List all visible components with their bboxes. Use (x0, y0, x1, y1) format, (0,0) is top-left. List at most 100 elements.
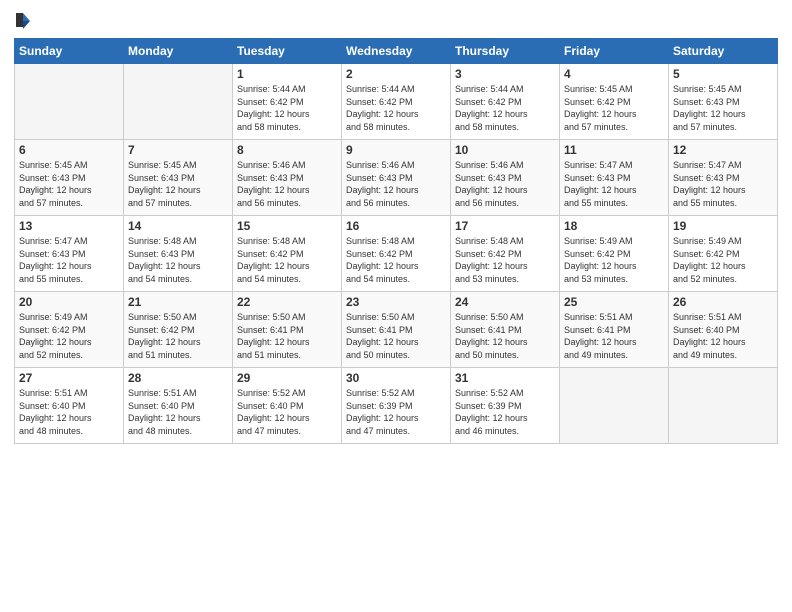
week-row-3: 13 Sunrise: 5:47 AM Sunset: 6:43 PM Dayli… (15, 216, 778, 292)
day-info: Sunrise: 5:52 AM Sunset: 6:39 PM Dayligh… (455, 387, 555, 437)
day-info: Sunrise: 5:46 AM Sunset: 6:43 PM Dayligh… (346, 159, 446, 209)
calendar-cell: 29 Sunrise: 5:52 AM Sunset: 6:40 PM Dayli… (233, 368, 342, 444)
day-info: Sunrise: 5:50 AM Sunset: 6:41 PM Dayligh… (455, 311, 555, 361)
day-number: 24 (455, 295, 555, 309)
logo (14, 10, 34, 30)
day-info: Sunrise: 5:45 AM Sunset: 6:42 PM Dayligh… (564, 83, 664, 133)
day-info: Sunrise: 5:46 AM Sunset: 6:43 PM Dayligh… (455, 159, 555, 209)
calendar-cell: 31 Sunrise: 5:52 AM Sunset: 6:39 PM Dayli… (451, 368, 560, 444)
day-number: 1 (237, 67, 337, 81)
day-number: 7 (128, 143, 228, 157)
calendar-cell: 13 Sunrise: 5:47 AM Sunset: 6:43 PM Dayli… (15, 216, 124, 292)
day-info: Sunrise: 5:51 AM Sunset: 6:40 PM Dayligh… (128, 387, 228, 437)
weekday-header-row: SundayMondayTuesdayWednesdayThursdayFrid… (15, 39, 778, 64)
week-row-2: 6 Sunrise: 5:45 AM Sunset: 6:43 PM Daylig… (15, 140, 778, 216)
calendar-cell: 11 Sunrise: 5:47 AM Sunset: 6:43 PM Dayli… (560, 140, 669, 216)
day-number: 26 (673, 295, 773, 309)
weekday-header-monday: Monday (124, 39, 233, 64)
day-number: 11 (564, 143, 664, 157)
day-info: Sunrise: 5:45 AM Sunset: 6:43 PM Dayligh… (128, 159, 228, 209)
calendar-cell: 30Sunrise: 5:52 AM Sunset: 6:39 PM Dayli… (342, 368, 451, 444)
day-number: 18 (564, 219, 664, 233)
calendar-cell: 7 Sunrise: 5:45 AM Sunset: 6:43 PM Daylig… (124, 140, 233, 216)
day-info: Sunrise: 5:52 AM Sunset: 6:40 PM Dayligh… (237, 387, 337, 437)
day-number: 20 (19, 295, 119, 309)
calendar-cell: 27 Sunrise: 5:51 AM Sunset: 6:40 PM Dayli… (15, 368, 124, 444)
day-number: 3 (455, 67, 555, 81)
calendar-cell (15, 64, 124, 140)
day-info: Sunrise: 5:48 AM Sunset: 6:42 PM Dayligh… (346, 235, 446, 285)
calendar-cell: 12Sunrise: 5:47 AM Sunset: 6:43 PM Dayli… (669, 140, 778, 216)
day-number: 30 (346, 371, 446, 385)
day-info: Sunrise: 5:49 AM Sunset: 6:42 PM Dayligh… (19, 311, 119, 361)
day-number: 6 (19, 143, 119, 157)
day-number: 14 (128, 219, 228, 233)
day-info: Sunrise: 5:44 AM Sunset: 6:42 PM Dayligh… (455, 83, 555, 133)
day-info: Sunrise: 5:45 AM Sunset: 6:43 PM Dayligh… (19, 159, 119, 209)
day-number: 13 (19, 219, 119, 233)
calendar-cell: 2 Sunrise: 5:44 AM Sunset: 6:42 PM Daylig… (342, 64, 451, 140)
weekday-header-saturday: Saturday (669, 39, 778, 64)
calendar-cell: 18 Sunrise: 5:49 AM Sunset: 6:42 PM Dayli… (560, 216, 669, 292)
day-info: Sunrise: 5:50 AM Sunset: 6:41 PM Dayligh… (237, 311, 337, 361)
calendar-cell: 17 Sunrise: 5:48 AM Sunset: 6:42 PM Dayli… (451, 216, 560, 292)
day-info: Sunrise: 5:44 AM Sunset: 6:42 PM Dayligh… (346, 83, 446, 133)
calendar-cell: 10 Sunrise: 5:46 AM Sunset: 6:43 PM Dayli… (451, 140, 560, 216)
day-info: Sunrise: 5:45 AM Sunset: 6:43 PM Dayligh… (673, 83, 773, 133)
calendar-cell: 1Sunrise: 5:44 AM Sunset: 6:42 PM Daylig… (233, 64, 342, 140)
calendar-cell: 4 Sunrise: 5:45 AM Sunset: 6:42 PM Daylig… (560, 64, 669, 140)
day-number: 23 (346, 295, 446, 309)
day-number: 8 (237, 143, 337, 157)
calendar-cell: 26 Sunrise: 5:51 AM Sunset: 6:40 PM Dayli… (669, 292, 778, 368)
day-info: Sunrise: 5:48 AM Sunset: 6:42 PM Dayligh… (237, 235, 337, 285)
calendar-cell (669, 368, 778, 444)
weekday-header-friday: Friday (560, 39, 669, 64)
day-number: 19 (673, 219, 773, 233)
week-row-5: 27 Sunrise: 5:51 AM Sunset: 6:40 PM Dayli… (15, 368, 778, 444)
weekday-header-tuesday: Tuesday (233, 39, 342, 64)
day-number: 4 (564, 67, 664, 81)
calendar-cell: 15 Sunrise: 5:48 AM Sunset: 6:42 PM Dayli… (233, 216, 342, 292)
calendar-cell: 5 Sunrise: 5:45 AM Sunset: 6:43 PM Daylig… (669, 64, 778, 140)
day-number: 29 (237, 371, 337, 385)
logo-icon (14, 11, 32, 29)
calendar-cell: 19 Sunrise: 5:49 AM Sunset: 6:42 PM Dayli… (669, 216, 778, 292)
day-number: 5 (673, 67, 773, 81)
day-info: Sunrise: 5:47 AM Sunset: 6:43 PM Dayligh… (673, 159, 773, 209)
day-info: Sunrise: 5:50 AM Sunset: 6:42 PM Dayligh… (128, 311, 228, 361)
day-number: 16 (346, 219, 446, 233)
calendar-cell: 16 Sunrise: 5:48 AM Sunset: 6:42 PM Dayli… (342, 216, 451, 292)
calendar-cell: 3 Sunrise: 5:44 AM Sunset: 6:42 PM Daylig… (451, 64, 560, 140)
day-number: 10 (455, 143, 555, 157)
calendar-cell (124, 64, 233, 140)
day-info: Sunrise: 5:51 AM Sunset: 6:40 PM Dayligh… (673, 311, 773, 361)
day-info: Sunrise: 5:49 AM Sunset: 6:42 PM Dayligh… (564, 235, 664, 285)
weekday-header-thursday: Thursday (451, 39, 560, 64)
calendar-cell: 6 Sunrise: 5:45 AM Sunset: 6:43 PM Daylig… (15, 140, 124, 216)
day-number: 15 (237, 219, 337, 233)
day-number: 2 (346, 67, 446, 81)
calendar-cell (560, 368, 669, 444)
day-info: Sunrise: 5:51 AM Sunset: 6:40 PM Dayligh… (19, 387, 119, 437)
header (14, 10, 778, 30)
calendar-cell: 23Sunrise: 5:50 AM Sunset: 6:41 PM Dayli… (342, 292, 451, 368)
day-info: Sunrise: 5:47 AM Sunset: 6:43 PM Dayligh… (564, 159, 664, 209)
day-info: Sunrise: 5:48 AM Sunset: 6:43 PM Dayligh… (128, 235, 228, 285)
weekday-header-sunday: Sunday (15, 39, 124, 64)
weekday-header-wednesday: Wednesday (342, 39, 451, 64)
day-number: 17 (455, 219, 555, 233)
calendar-cell: 25Sunrise: 5:51 AM Sunset: 6:41 PM Dayli… (560, 292, 669, 368)
day-info: Sunrise: 5:48 AM Sunset: 6:42 PM Dayligh… (455, 235, 555, 285)
day-number: 27 (19, 371, 119, 385)
day-info: Sunrise: 5:47 AM Sunset: 6:43 PM Dayligh… (19, 235, 119, 285)
calendar-cell: 24 Sunrise: 5:50 AM Sunset: 6:41 PM Dayli… (451, 292, 560, 368)
calendar-cell: 22 Sunrise: 5:50 AM Sunset: 6:41 PM Dayli… (233, 292, 342, 368)
calendar-table: SundayMondayTuesdayWednesdayThursdayFrid… (14, 38, 778, 444)
day-number: 28 (128, 371, 228, 385)
day-number: 31 (455, 371, 555, 385)
calendar-cell: 20 Sunrise: 5:49 AM Sunset: 6:42 PM Dayli… (15, 292, 124, 368)
day-info: Sunrise: 5:49 AM Sunset: 6:42 PM Dayligh… (673, 235, 773, 285)
day-number: 21 (128, 295, 228, 309)
day-info: Sunrise: 5:51 AM Sunset: 6:41 PM Dayligh… (564, 311, 664, 361)
day-number: 22 (237, 295, 337, 309)
